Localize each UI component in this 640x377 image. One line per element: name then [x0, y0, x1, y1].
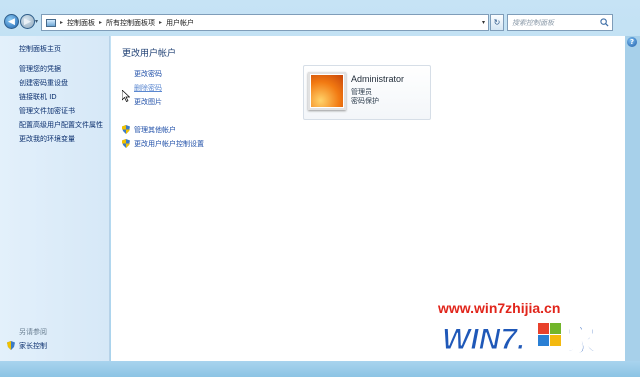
link-online-id-link[interactable]: 链接联机 ID [19, 92, 57, 102]
help-button[interactable]: ? [627, 37, 637, 47]
breadcrumb-control-panel[interactable]: 控制面板 [67, 18, 95, 28]
parental-controls-link[interactable]: 家长控制 [19, 341, 47, 351]
control-panel-icon [46, 18, 56, 27]
window-right-border [625, 36, 640, 361]
search-input[interactable]: 搜索控制面板 [507, 14, 613, 31]
account-name: Administrator [351, 74, 405, 84]
mouse-pointer-icon [122, 90, 130, 102]
manage-encryption-certificates-link[interactable]: 管理文件加密证书 [19, 106, 75, 116]
user-picture [311, 75, 343, 107]
parental-controls-icon [7, 341, 15, 350]
manage-credentials-link[interactable]: 管理您的凭据 [19, 64, 61, 74]
window-bottom-border [0, 361, 640, 377]
avatar [308, 72, 346, 110]
manage-other-accounts-link[interactable]: 管理其他帐户 [134, 125, 176, 135]
svg-text:WIN7.: WIN7. [442, 323, 525, 356]
change-password-link[interactable]: 更改密码 [134, 69, 162, 79]
navigation-bar: ◀ ▶ ▾ ▸ 控制面板 ▸ 所有控制面板项 ▸ 用户帐户 ▾ ↻ 搜索控制面板 [0, 12, 640, 36]
refresh-button[interactable]: ↻ [490, 14, 504, 31]
change-uac-settings-link[interactable]: 更改用户帐户控制设置 [134, 139, 204, 149]
search-icon [600, 18, 609, 27]
search-placeholder: 搜索控制面板 [512, 18, 554, 27]
environment-variables-link[interactable]: 更改我的环境变量 [19, 134, 75, 144]
uac-shield-icon [122, 139, 130, 148]
address-bar[interactable]: ▸ 控制面板 ▸ 所有控制面板项 ▸ 用户帐户 ▾ [41, 14, 489, 31]
page-title: 更改用户帐户 [122, 49, 177, 59]
recent-pages-dropdown-icon[interactable]: ▾ [35, 18, 38, 25]
advanced-profile-properties-link[interactable]: 配置高级用户配置文件属性 [19, 120, 103, 130]
refresh-icon: ↻ [493, 18, 501, 27]
control-panel-window: ◀ ▶ ▾ ▸ 控制面板 ▸ 所有控制面板项 ▸ 用户帐户 ▾ ↻ 搜索控制面板 [0, 0, 640, 377]
breadcrumb-user-accounts[interactable]: 用户帐户 [166, 18, 194, 28]
breadcrumb-separator-icon[interactable]: ▸ [60, 19, 63, 26]
back-button[interactable]: ◀ [4, 14, 19, 29]
address-dropdown-icon[interactable]: ▾ [482, 19, 485, 26]
remove-password-link[interactable]: 删除密码 [134, 83, 162, 93]
breadcrumb-separator-icon[interactable]: ▸ [159, 19, 162, 26]
change-picture-link[interactable]: 更改图片 [134, 97, 162, 107]
left-navigation-pane: 控制面板主页 管理您的凭据 创建密码重设盘 链接联机 ID 管理文件加密证书 配… [0, 36, 110, 361]
control-panel-home-link[interactable]: 控制面板主页 [19, 44, 61, 54]
uac-shield-icon [122, 125, 130, 134]
breadcrumb-separator-icon[interactable]: ▸ [99, 19, 102, 26]
watermark-url: www.win7zhijia.cn [438, 300, 561, 316]
watermark-logo: WIN7. 家 [442, 323, 597, 360]
breadcrumb-all-items[interactable]: 所有控制面板项 [106, 18, 155, 28]
see-also-heading: 另请参阅 [19, 328, 47, 336]
forward-button[interactable]: ▶ [20, 14, 35, 29]
account-status: 密码保护 [351, 97, 379, 105]
create-password-reset-disk-link[interactable]: 创建密码重设盘 [19, 78, 68, 88]
arrow-left-icon: ◀ [8, 16, 15, 27]
arrow-right-icon: ▶ [24, 16, 31, 27]
account-card: Administrator 管理员 密码保护 [303, 65, 431, 120]
help-icon: ? [629, 38, 635, 46]
svg-text:家: 家 [566, 324, 596, 359]
